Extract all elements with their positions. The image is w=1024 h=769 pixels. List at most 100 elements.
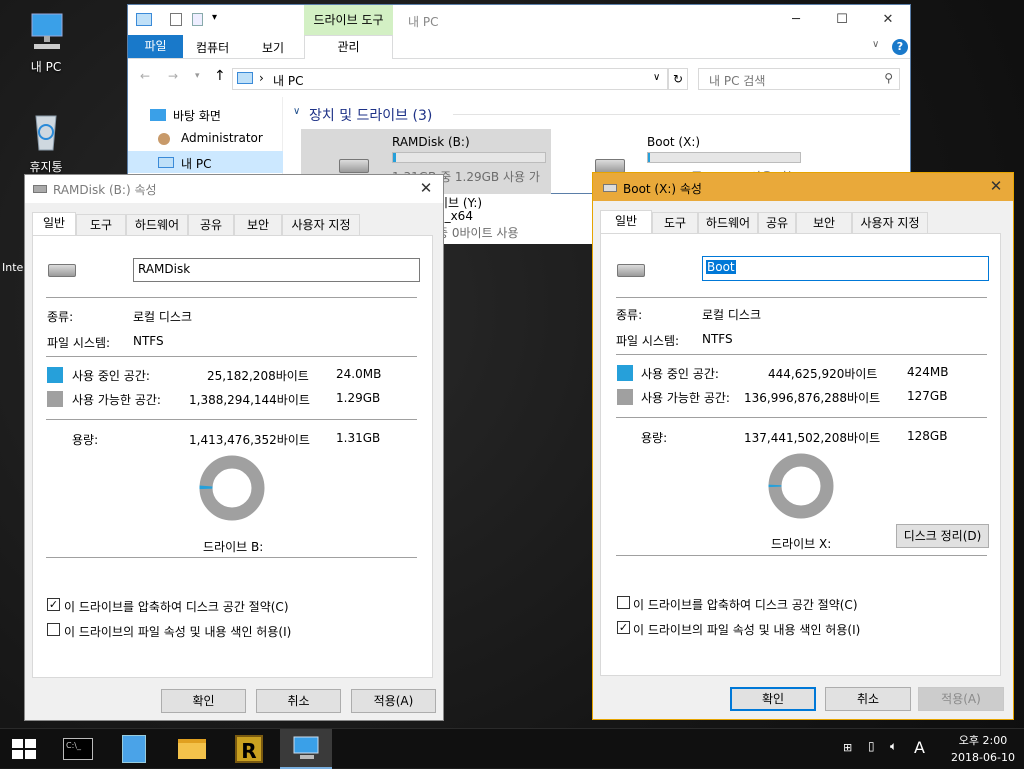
tab-view[interactable]: 보기 bbox=[262, 39, 284, 56]
disk-cleanup-button[interactable]: 디스크 정리(D) bbox=[896, 524, 989, 548]
capacity-bytes: 137,441,502,208바이트 bbox=[744, 431, 881, 445]
maximize-icon[interactable]: ☐ bbox=[819, 5, 865, 35]
minimize-icon[interactable]: ─ bbox=[773, 5, 819, 35]
divider bbox=[616, 555, 987, 556]
refresh-icon[interactable]: ↻ bbox=[668, 68, 688, 90]
tab-computer[interactable]: 컴퓨터 bbox=[196, 39, 229, 56]
divider bbox=[46, 356, 417, 357]
index-checkbox[interactable]: ✓ bbox=[617, 621, 630, 634]
properties-icon[interactable] bbox=[170, 13, 182, 26]
desktop-partial-label: Inte bbox=[2, 261, 24, 274]
address-bar[interactable]: › 내 PC ∨ bbox=[232, 68, 668, 90]
explorer-titlebar: ▾ 드라이브 도구 내 PC ─ ☐ ✕ bbox=[128, 5, 910, 35]
tab-sharing[interactable]: 공유 bbox=[188, 214, 234, 236]
drive-name: RAMDisk (B:) bbox=[392, 135, 470, 149]
used-space-short: 24.0MB bbox=[336, 367, 382, 381]
taskbar-app-r[interactable]: R bbox=[225, 729, 273, 769]
collapse-chevron-icon[interactable]: ∨ bbox=[293, 106, 300, 117]
ok-button[interactable]: 확인 bbox=[730, 687, 816, 711]
command-prompt-icon: C:\_ bbox=[63, 738, 93, 760]
taskbar-notepad[interactable] bbox=[110, 729, 158, 769]
divider bbox=[616, 297, 987, 298]
address-dropdown-icon[interactable]: ∨ bbox=[653, 72, 660, 83]
tab-general[interactable]: 일반 bbox=[32, 212, 76, 236]
tab-tools[interactable]: 도구 bbox=[652, 212, 698, 234]
taskbar-cmd[interactable]: C:\_ bbox=[54, 729, 102, 769]
ribbon-expand-icon[interactable]: ∨ bbox=[872, 39, 879, 50]
used-space-bytes: 444,625,920바이트 bbox=[768, 367, 878, 381]
nav-item-my-pc[interactable]: 내 PC bbox=[181, 155, 211, 172]
volume-name-input[interactable]: RAMDisk bbox=[133, 258, 420, 282]
compress-checkbox[interactable] bbox=[617, 596, 630, 609]
compress-label[interactable]: 이 드라이브를 압축하여 디스크 공간 절약(C) bbox=[64, 598, 289, 615]
compress-label[interactable]: 이 드라이브를 압축하여 디스크 공간 절약(C) bbox=[633, 596, 858, 613]
forward-icon[interactable]: → bbox=[168, 69, 178, 83]
usage-donut bbox=[199, 455, 265, 521]
section-header: 장치 및 드라이브 (3) bbox=[309, 108, 433, 124]
tab-customize[interactable]: 사용자 지정 bbox=[282, 214, 360, 236]
volume-name-input[interactable]: Boot bbox=[702, 256, 989, 281]
help-icon[interactable]: ? bbox=[892, 39, 908, 55]
computer-icon bbox=[136, 13, 152, 26]
capacity-bytes: 1,413,476,352바이트 bbox=[189, 433, 310, 447]
ok-button[interactable]: 확인 bbox=[161, 689, 246, 713]
chevron-down-icon[interactable]: ▾ bbox=[212, 12, 217, 23]
nav-item-desktop[interactable]: 바탕 화면 bbox=[173, 107, 221, 124]
dialog-title: RAMDisk (B:) 속성 bbox=[53, 183, 157, 197]
drive-icon bbox=[603, 184, 617, 192]
index-checkbox[interactable] bbox=[47, 623, 60, 636]
user-icon bbox=[158, 133, 170, 145]
used-space-bytes: 25,182,208바이트 bbox=[207, 369, 309, 383]
drive-tile-y-partial[interactable]: 이브 (Y:) E_x64 중 0바이트 사용 bbox=[437, 194, 592, 244]
tab-customize[interactable]: 사용자 지정 bbox=[852, 212, 928, 234]
tab-file[interactable]: 파일 bbox=[128, 35, 183, 58]
compress-checkbox[interactable]: ✓ bbox=[47, 598, 60, 611]
apply-button[interactable]: 적용(A) bbox=[351, 689, 436, 713]
tab-sharing[interactable]: 공유 bbox=[758, 212, 796, 234]
nav-item-administrator[interactable]: Administrator bbox=[181, 131, 263, 145]
start-button[interactable] bbox=[0, 729, 48, 769]
taskbar-file-explorer[interactable] bbox=[168, 729, 216, 769]
tab-general[interactable]: 일반 bbox=[600, 210, 652, 234]
tab-tools[interactable]: 도구 bbox=[76, 214, 126, 236]
filesystem-value: NTFS bbox=[702, 332, 733, 346]
close-icon[interactable]: ✕ bbox=[979, 173, 1013, 201]
cancel-button[interactable]: 취소 bbox=[256, 689, 341, 713]
recent-chevron-icon[interactable]: ▾ bbox=[195, 71, 200, 81]
free-space-bytes: 136,996,876,288바이트 bbox=[744, 391, 881, 405]
taskbar: C:\_ R ⊞ ▯ 🔈︎ A 오후 2:00 2018-06-10 bbox=[0, 728, 1024, 769]
apply-button[interactable]: 적용(A) bbox=[918, 687, 1004, 711]
desktop-icon-my-pc[interactable]: 내 PC bbox=[10, 10, 82, 75]
computer-icon bbox=[158, 157, 174, 168]
free-space-swatch bbox=[617, 389, 633, 405]
back-icon[interactable]: ← bbox=[140, 69, 150, 83]
tab-manage[interactable]: 관리 bbox=[304, 35, 393, 59]
up-icon[interactable]: ↑ bbox=[214, 68, 226, 84]
tab-security[interactable]: 보안 bbox=[796, 212, 852, 234]
divider bbox=[46, 297, 417, 298]
network-icon[interactable]: ⊞ bbox=[843, 741, 852, 754]
drive-usage-fill bbox=[648, 153, 650, 162]
search-input[interactable]: 내 PC 검색 ⚲ bbox=[698, 68, 900, 90]
notepad-icon bbox=[122, 735, 146, 763]
close-icon[interactable]: ✕ bbox=[409, 175, 443, 203]
taskbar-this-pc-active[interactable] bbox=[280, 729, 332, 769]
close-icon[interactable]: ✕ bbox=[865, 5, 911, 35]
tab-hardware[interactable]: 하드웨어 bbox=[698, 212, 758, 234]
tab-hardware[interactable]: 하드웨어 bbox=[126, 214, 188, 236]
usb-icon[interactable]: ▯ bbox=[868, 739, 875, 753]
index-label[interactable]: 이 드라이브의 파일 속성 및 내용 색인 허용(I) bbox=[64, 623, 291, 640]
clock[interactable]: 오후 2:00 2018-06-10 bbox=[944, 732, 1022, 764]
ime-indicator[interactable]: A bbox=[914, 738, 925, 757]
desktop-icon-recycle-bin[interactable]: 휴지통 bbox=[10, 110, 82, 175]
breadcrumb[interactable]: 내 PC bbox=[273, 72, 303, 89]
clock-date: 2018-06-10 bbox=[951, 751, 1015, 764]
drive-usage-fill bbox=[393, 153, 396, 162]
capacity-short: 1.31GB bbox=[336, 431, 381, 445]
tab-security[interactable]: 보안 bbox=[234, 214, 282, 236]
new-folder-icon[interactable] bbox=[192, 13, 203, 26]
volume-icon[interactable]: 🔈︎ bbox=[890, 739, 897, 754]
cancel-button[interactable]: 취소 bbox=[825, 687, 911, 711]
index-label[interactable]: 이 드라이브의 파일 속성 및 내용 색인 허용(I) bbox=[633, 621, 860, 638]
search-icon[interactable]: ⚲ bbox=[884, 71, 893, 85]
